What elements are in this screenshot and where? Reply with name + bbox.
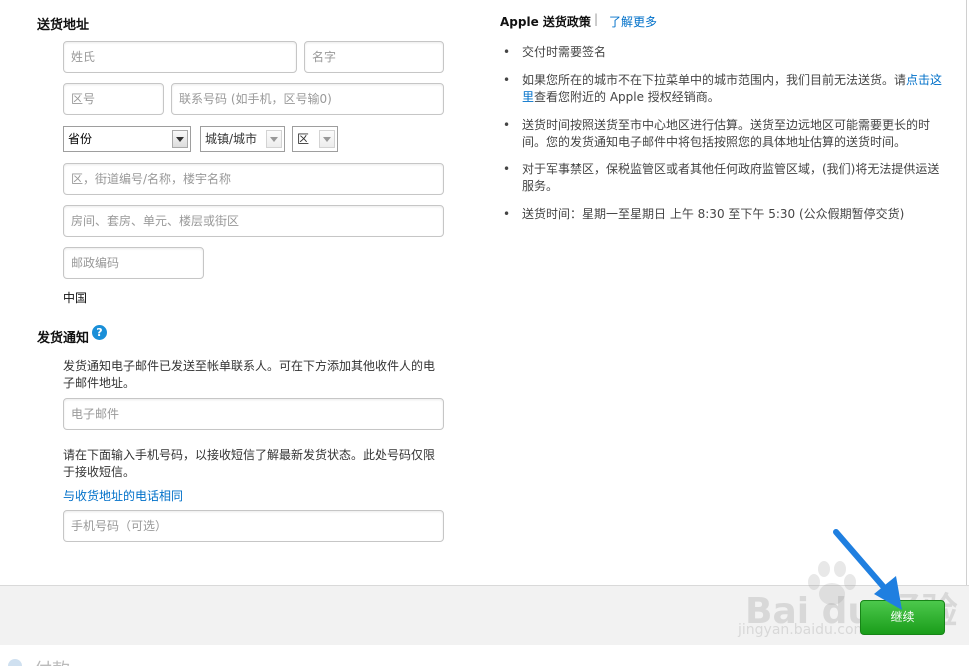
panel-border xyxy=(966,0,967,585)
chevron-down-icon xyxy=(266,130,282,148)
postal-code-field[interactable]: 邮政编码 xyxy=(63,247,204,279)
help-icon[interactable]: ? xyxy=(92,325,107,340)
city-value: 城镇/城市 xyxy=(205,132,258,146)
notification-description: 发货通知电子邮件已发送至帐单联系人。可在下方添加其他收件人的电子邮件地址。 xyxy=(63,359,436,390)
chevron-down-icon xyxy=(319,130,335,148)
district-value: 区 xyxy=(297,132,310,146)
watermark-url: jingyan.baidu.com xyxy=(738,622,868,638)
policy-separator: | xyxy=(594,12,599,26)
shipping-address-heading: 送货地址 xyxy=(37,18,90,33)
room-field[interactable]: 房间、套房、单元、楼层或街区 xyxy=(63,205,444,237)
province-select[interactable]: 省份 xyxy=(63,126,191,152)
notification-heading: 发货通知 xyxy=(37,331,90,346)
first-name-field[interactable]: 名字 xyxy=(304,41,444,73)
sms-description: 请在下面输入手机号码，以接收短信了解最新发货状态。此处号码仅限于接收短信。 xyxy=(63,448,436,479)
area-code-field[interactable]: 区号 xyxy=(63,83,164,115)
street-field[interactable]: 区，街道编号/名称，楼宇名称 xyxy=(63,163,444,195)
city-select[interactable]: 城镇/城市 xyxy=(200,126,285,152)
phone-field[interactable]: 联系号码 (如手机，区号输0) xyxy=(171,83,444,115)
step-icon xyxy=(8,659,22,666)
last-name-field[interactable]: 姓氏 xyxy=(63,41,297,73)
district-select[interactable]: 区 xyxy=(292,126,338,152)
bullet-icon: • xyxy=(503,162,511,176)
learn-more-link[interactable]: 了解更多 xyxy=(609,13,657,30)
mobile-field[interactable]: 手机号码（可选） xyxy=(63,510,444,542)
same-phone-link[interactable]: 与收货地址的电话相同 xyxy=(63,488,183,505)
bullet-icon: • xyxy=(503,207,511,221)
next-section-title: 付款 xyxy=(34,656,70,666)
bullet-icon: • xyxy=(503,118,511,132)
bullet-icon: • xyxy=(503,45,511,59)
province-value: 省份 xyxy=(68,132,93,146)
arrow-icon xyxy=(833,529,902,610)
country-label: 中国 xyxy=(63,291,88,305)
policy-title: Apple 送货政策 xyxy=(500,15,591,29)
email-field[interactable]: 电子邮件 xyxy=(63,398,444,430)
bullet-icon: • xyxy=(503,73,511,87)
chevron-down-icon xyxy=(172,130,188,148)
